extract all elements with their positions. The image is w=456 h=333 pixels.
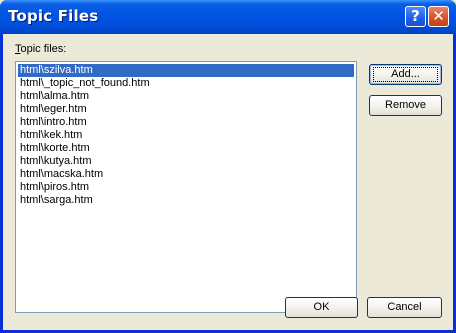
window-title: Topic Files [8,7,99,25]
topic-files-dialog: Topic Files ? ✕ Topic files: html\szilva… [0,0,456,333]
help-icon[interactable]: ? [405,6,426,27]
ok-button[interactable]: OK [285,297,358,318]
topic-files-label-text: opic files: [20,43,67,55]
cancel-button-label: Cancel [387,301,422,313]
list-item[interactable]: html\intro.htm [18,116,354,129]
list-item[interactable]: html\kek.htm [18,129,354,142]
list-item[interactable]: html\szilva.htm [18,64,354,77]
focus-rect [373,67,438,82]
list-item[interactable]: html\piros.htm [18,181,354,194]
list-item[interactable]: html\alma.htm [18,90,354,103]
list-item[interactable]: html\sarga.htm [18,194,354,207]
list-item[interactable]: html\macska.htm [18,168,354,181]
cancel-button[interactable]: Cancel [367,297,442,318]
list-item[interactable]: html\kutya.htm [18,155,354,168]
list-item[interactable]: html\korte.htm [18,142,354,155]
close-icon[interactable]: ✕ [428,6,449,27]
list-item[interactable]: html\_topic_not_found.htm [18,77,354,90]
ok-button-label: OK [313,301,330,313]
list-item[interactable]: html\eger.htm [18,103,354,116]
remove-button-label: Remove [385,99,426,111]
topic-files-label: Topic files: [15,43,66,55]
dialog-body: Topic files: html\szilva.htm html\_topic_… [3,34,453,330]
title-bar[interactable]: Topic Files ? ✕ [0,0,456,34]
remove-button[interactable]: Remove [369,95,442,116]
add-button[interactable]: Add... [369,64,442,85]
topic-files-list[interactable]: html\szilva.htm html\_topic_not_found.htm… [15,61,357,313]
